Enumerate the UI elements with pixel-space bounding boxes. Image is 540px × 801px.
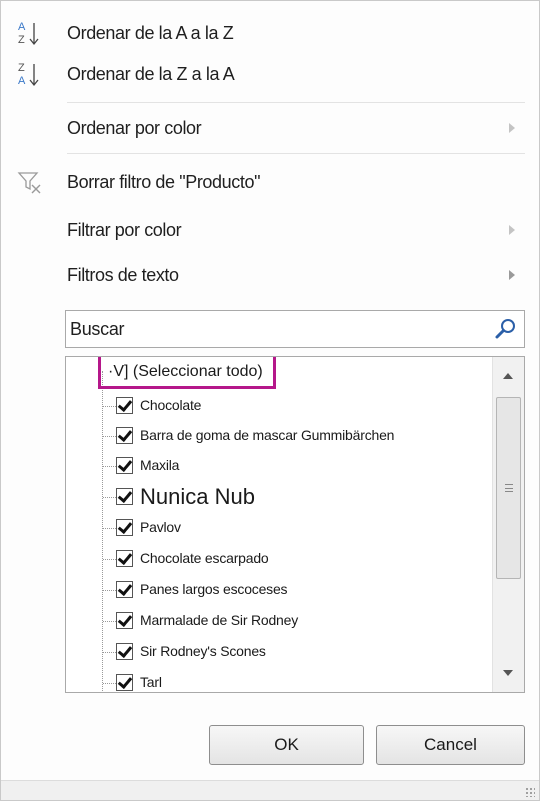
list-item-label: Marmalade de Sir Rodney	[140, 612, 299, 628]
search-box	[65, 310, 525, 348]
submenu-arrow-icon	[509, 225, 515, 235]
clear-filter-item[interactable]: Borrar filtro de "Producto"	[1, 162, 539, 202]
sort-by-color-label: Ordenar por color	[67, 117, 202, 138]
scroll-down-icon[interactable]	[503, 670, 513, 676]
list-item[interactable]: Barra de goma de mascar Gummibärchen	[66, 423, 488, 451]
checkbox-checked[interactable]	[116, 581, 133, 598]
search-icon[interactable]	[494, 317, 518, 341]
sort-ascending-icon: A Z	[18, 21, 39, 46]
svg-text:A: A	[18, 21, 26, 33]
list-item[interactable]: Marmalade de Sir Rodney	[66, 608, 488, 636]
checkbox-checked[interactable]	[116, 427, 133, 444]
checkbox-checked[interactable]	[116, 674, 133, 691]
list-item-label: Tarl	[140, 674, 162, 690]
list-item-label: Barra de goma de mascar Gummibärchen	[140, 427, 395, 443]
list-item[interactable]: Nunica Nub	[66, 484, 488, 512]
search-input[interactable]	[70, 311, 490, 347]
grip-icon	[505, 484, 513, 492]
list-item-label: Panes largos escoceses	[140, 581, 288, 597]
list-item-label: Maxila	[140, 457, 180, 473]
list-item[interactable]: Sir Rodney's Scones	[66, 639, 488, 667]
resize-grip-icon[interactable]	[525, 787, 535, 797]
submenu-arrow-icon	[509, 270, 515, 280]
checkbox-checked[interactable]	[116, 550, 133, 567]
sort-z-to-a-label: Ordenar de la Z a la A	[67, 63, 235, 84]
list-item[interactable]: Tarl	[66, 670, 488, 692]
text-filters-item[interactable]: Filtros de texto	[1, 255, 539, 295]
list-item-label: Pavlov	[140, 519, 181, 535]
text-filters-label: Filtros de texto	[67, 264, 179, 285]
scroll-up-icon[interactable]	[503, 373, 513, 379]
sort-a-to-z-item[interactable]: A Z Ordenar de la A a la Z	[1, 13, 539, 53]
sort-by-color-item[interactable]: Ordenar por color	[1, 108, 539, 148]
filter-dropdown-menu: A Z Ordenar de la A a la Z Z A Ordenar d…	[0, 0, 540, 801]
list-item[interactable]: Chocolate escarpado	[66, 546, 488, 574]
status-bar	[1, 780, 539, 800]
list-item-label: Sir Rodney's Scones	[140, 643, 266, 659]
list-scrollbar[interactable]	[492, 357, 524, 692]
menu-separator	[67, 102, 525, 103]
sort-z-to-a-item[interactable]: Z A Ordenar de la Z a la A	[1, 54, 539, 94]
list-item[interactable]: Chocolate	[66, 393, 488, 421]
checkbox-checked[interactable]	[116, 612, 133, 629]
svg-text:A: A	[18, 75, 26, 87]
clear-filter-icon	[17, 172, 41, 194]
list-item[interactable]: Panes largos escoceses	[66, 577, 488, 605]
filter-by-color-label: Filtrar por color	[67, 219, 182, 240]
svg-text:Z: Z	[18, 34, 25, 46]
clear-filter-label: Borrar filtro de "Producto"	[67, 171, 261, 192]
list-item[interactable]: Maxila	[66, 453, 488, 481]
menu-separator	[67, 153, 525, 154]
list-item-label: Chocolate escarpado	[140, 550, 269, 566]
svg-text:Z: Z	[18, 62, 25, 74]
highlight-marker	[98, 357, 276, 389]
scroll-thumb[interactable]	[496, 397, 521, 579]
list-item-label: Nunica Nub	[140, 484, 255, 509]
select-all-row[interactable]: ·V] (Seleccionar todo)	[66, 357, 488, 391]
sort-a-to-z-label: Ordenar de la A a la Z	[67, 22, 234, 43]
checkbox-checked[interactable]	[116, 519, 133, 536]
checkbox-checked[interactable]	[116, 397, 133, 414]
checkbox-checked[interactable]	[116, 643, 133, 660]
list-item-label: Chocolate	[140, 397, 202, 413]
cancel-button[interactable]: Cancel	[376, 725, 525, 765]
sort-descending-icon: Z A	[18, 62, 39, 87]
filter-by-color-item[interactable]: Filtrar por color	[1, 210, 539, 250]
ok-button[interactable]: OK	[209, 725, 364, 765]
list-item[interactable]: Pavlov	[66, 515, 488, 543]
filter-values-list: ·V] (Seleccionar todo) Chocolate Barra d…	[65, 356, 525, 693]
submenu-arrow-icon	[509, 123, 515, 133]
checkbox-checked[interactable]	[116, 457, 133, 474]
checkbox-checked[interactable]	[116, 488, 133, 505]
